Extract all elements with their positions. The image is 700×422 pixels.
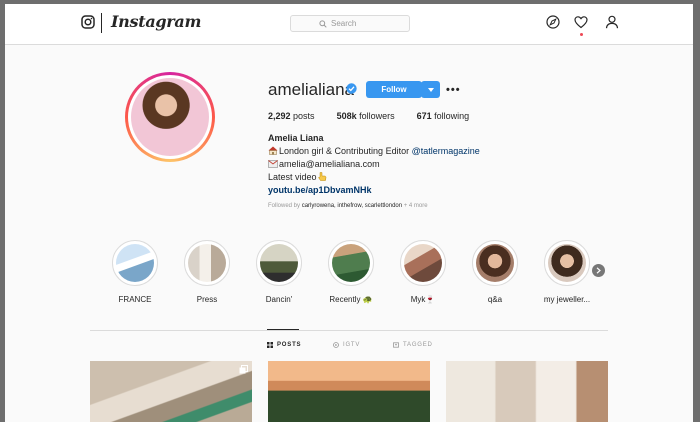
- search-icon: [319, 19, 327, 28]
- highlight-cover-ring: [328, 240, 374, 286]
- profile-full-name: Amelia Liana: [268, 133, 324, 143]
- bio-line-3-text: Latest video: [268, 172, 317, 182]
- igtv-icon: [333, 342, 339, 348]
- highlight-cover-image: [404, 244, 442, 282]
- bio-website-link[interactable]: youtu.be/ap1DbvamNHk: [268, 185, 372, 195]
- highlight-cover-image: [332, 244, 370, 282]
- following-stat[interactable]: 671 following: [417, 111, 470, 121]
- posts-stat: 2,292 posts: [268, 111, 315, 121]
- followed-by[interactable]: Followed by carlyrowena, inthefrow, scar…: [268, 203, 428, 209]
- followed-by-names: carlyrowena, inthefrow, scarlettlondon: [301, 203, 403, 209]
- tab-igtv[interactable]: IGTV: [333, 342, 360, 348]
- post-thumbnail[interactable]: [90, 361, 252, 422]
- followers-label: followers: [359, 111, 395, 121]
- bio-line-1-text: London girl & Contributing Editor: [279, 146, 412, 156]
- pointing-down-emoji-icon: [317, 172, 326, 181]
- bio-line-3: Latest video: [268, 171, 480, 184]
- verified-badge-icon: [346, 83, 357, 94]
- highlight-press[interactable]: Press: [172, 240, 242, 304]
- highlight-label: q&a: [487, 295, 503, 304]
- bio-line-2: amelia@amelialiana.com: [268, 158, 480, 171]
- post-thumbnail[interactable]: [268, 361, 430, 422]
- highlights-next-button[interactable]: [592, 264, 605, 277]
- avatar-border: [128, 75, 212, 159]
- highlight-cover-ring: [112, 240, 158, 286]
- logo-divider: [101, 13, 102, 33]
- highlight-label: FRANCE: [118, 295, 152, 304]
- highlight-dancin[interactable]: Dancin': [244, 240, 314, 304]
- suggested-dropdown-button[interactable]: [421, 81, 440, 98]
- grid-icon: [267, 342, 273, 348]
- bio-line-2-text: amelia@amelialiana.com: [279, 159, 380, 169]
- highlight-cover-ring: [544, 240, 590, 286]
- highlight-label: Recently 🐢: [329, 295, 373, 304]
- followed-by-more: + 4 more: [402, 203, 428, 209]
- tab-tagged-label: TAGGED: [403, 342, 433, 348]
- explore-compass-icon[interactable]: [546, 15, 560, 29]
- tabs-divider: [90, 330, 608, 331]
- followers-stat[interactable]: 508k followers: [337, 111, 395, 121]
- profile-icon[interactable]: [605, 15, 619, 29]
- top-nav: Instagram: [5, 4, 693, 45]
- bio-line-4: youtu.be/ap1DbvamNHk: [268, 184, 480, 197]
- notification-dot: [580, 33, 583, 36]
- highlight-qa[interactable]: q&a: [460, 240, 530, 304]
- bio-mention-link[interactable]: @tatlermagazine: [412, 146, 480, 156]
- highlight-cover-ring: [472, 240, 518, 286]
- search-box[interactable]: [290, 15, 410, 32]
- followed-by-prefix: Followed by: [268, 203, 302, 209]
- multiple-photos-icon: [239, 365, 248, 374]
- following-label: following: [434, 111, 470, 121]
- active-tab-indicator: [267, 329, 299, 330]
- highlight-recently[interactable]: Recently 🐢: [316, 240, 386, 304]
- profile-avatar[interactable]: [125, 72, 215, 162]
- profile-bio: London girl & Contributing Editor @tatle…: [268, 145, 480, 197]
- highlight-cover-image: [116, 244, 154, 282]
- profile-username: amelialiana: [268, 80, 354, 99]
- highlight-cover-ring: [256, 240, 302, 286]
- followers-count: 508k: [336, 111, 357, 121]
- email-emoji-icon: [268, 160, 278, 168]
- instagram-profile-page: Instagram amelialiana Fol: [5, 4, 693, 422]
- posts-count: 2,292: [268, 111, 291, 121]
- tab-igtv-label: IGTV: [343, 342, 361, 348]
- highlight-myk[interactable]: Myk🍷: [388, 240, 458, 304]
- highlight-cover-image: [260, 244, 298, 282]
- highlight-label: Press: [196, 295, 218, 304]
- search-input[interactable]: [331, 19, 381, 28]
- posts-label: posts: [293, 111, 315, 121]
- tab-posts-label: POSTS: [277, 342, 302, 348]
- tab-tagged[interactable]: TAGGED: [393, 342, 433, 348]
- highlight-label: Dancin': [265, 295, 293, 304]
- bio-line-1: London girl & Contributing Editor @tatle…: [268, 145, 480, 158]
- profile-stats: 2,292 posts 508k followers 671 following: [268, 111, 469, 121]
- highlight-cover-ring: [184, 240, 230, 286]
- highlight-cover-image: [188, 244, 226, 282]
- chevron-right-icon: [596, 267, 601, 274]
- avatar-photo: [131, 78, 209, 156]
- house-emoji-icon: [268, 146, 278, 155]
- tag-icon: [393, 342, 399, 348]
- highlight-cover-image: [476, 244, 514, 282]
- instagram-wordmark[interactable]: Instagram: [111, 12, 201, 31]
- activity-heart-icon[interactable]: [574, 15, 588, 29]
- highlight-cover-ring: [400, 240, 446, 286]
- more-options-button[interactable]: •••: [446, 84, 461, 96]
- tab-posts[interactable]: POSTS: [267, 342, 301, 348]
- instagram-camera-icon[interactable]: [81, 15, 95, 29]
- post-thumbnail[interactable]: [446, 361, 608, 422]
- highlight-label: my jeweller...: [543, 295, 591, 304]
- highlight-france[interactable]: FRANCE: [100, 240, 170, 304]
- follow-button[interactable]: Follow: [366, 81, 422, 98]
- highlight-label: Myk🍷: [410, 295, 436, 304]
- chevron-down-icon: [427, 87, 434, 92]
- following-count: 671: [416, 111, 432, 121]
- highlight-cover-image: [548, 244, 586, 282]
